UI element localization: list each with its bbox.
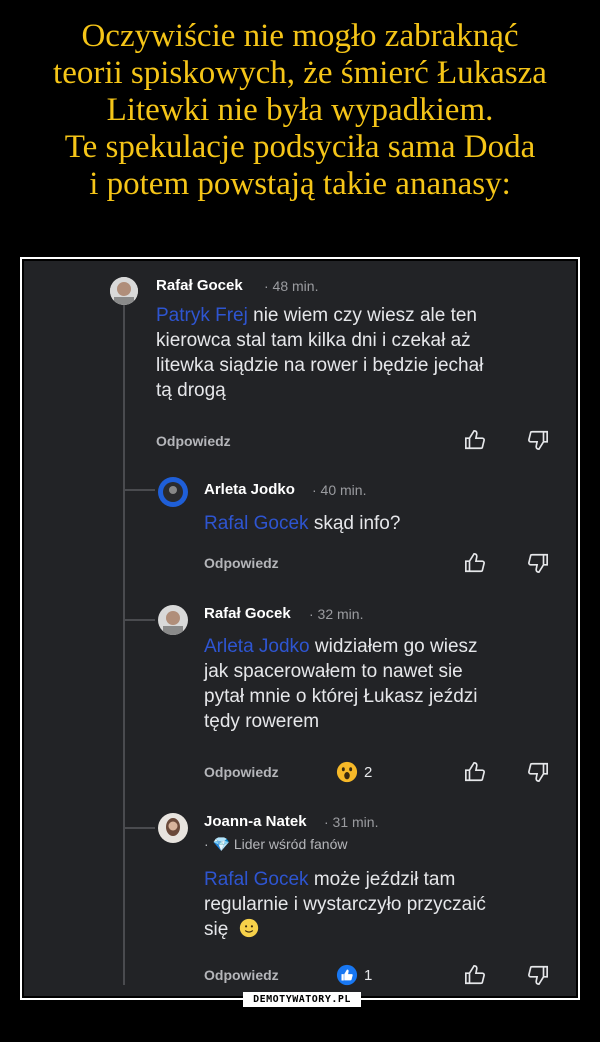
comment-time: · 32 min. bbox=[309, 606, 364, 622]
thumbs-down-icon[interactable] bbox=[527, 552, 549, 574]
caption-line: i potem powstają takie ananasy: bbox=[89, 166, 511, 202]
reply-button[interactable]: Odpowiedz bbox=[204, 555, 279, 571]
comment-text: regularnie i wystarczyło przyczaić bbox=[204, 894, 486, 915]
mention-link[interactable]: Rafal Gocek bbox=[204, 513, 309, 534]
thumbs-up-icon[interactable] bbox=[464, 429, 486, 451]
comment-text: się bbox=[204, 919, 229, 940]
slightly-smiling-emoji-icon bbox=[239, 918, 258, 938]
reply-button[interactable]: Odpowiedz bbox=[204, 764, 279, 780]
avatar-photo-icon bbox=[158, 813, 188, 843]
thumbs-down-icon[interactable] bbox=[527, 429, 549, 451]
reply-button[interactable]: Odpowiedz bbox=[156, 433, 231, 449]
mention-link[interactable]: Patryk Frej bbox=[156, 305, 248, 326]
comment-time: · 40 min. bbox=[312, 482, 367, 498]
fan-badge: · 💎 Lider wśród fanów bbox=[204, 836, 348, 852]
thread-branch bbox=[125, 619, 155, 621]
mention-link[interactable]: Rafal Gocek bbox=[204, 869, 309, 890]
comment-author[interactable]: Rafał Gocek bbox=[204, 605, 291, 622]
avatar[interactable] bbox=[158, 605, 188, 635]
comment-text: może jeździł tam bbox=[308, 869, 456, 890]
caption-line: Oczywiście nie mogło zabraknąć bbox=[81, 18, 519, 54]
comment-author[interactable]: Rafał Gocek bbox=[156, 277, 243, 294]
thumbs-down-icon[interactable] bbox=[527, 761, 549, 783]
wow-reaction-icon[interactable] bbox=[336, 761, 358, 783]
watermark: DEMOTYWATORY.PL bbox=[243, 992, 361, 1007]
comment-author[interactable]: Arleta Jodko bbox=[204, 481, 295, 498]
thumbs-up-icon[interactable] bbox=[464, 761, 486, 783]
reply-button[interactable]: Odpowiedz bbox=[204, 967, 279, 983]
comment-body: Patryk Frej nie wiem czy wiesz ale ten k… bbox=[156, 303, 566, 403]
comment-text: kierowca stal tam kilka dni i czekał aż bbox=[156, 330, 471, 351]
comment-text: nie wiem czy wiesz ale ten bbox=[247, 305, 478, 326]
thread-branch bbox=[125, 489, 155, 491]
comment-body: Arleta Jodko widziałem go wiesz jak spac… bbox=[204, 634, 564, 734]
avatar-photo-icon bbox=[159, 478, 187, 506]
thumbs-down-icon[interactable] bbox=[527, 964, 549, 986]
reaction-count: 2 bbox=[364, 764, 373, 781]
thread-line bbox=[123, 305, 125, 985]
comment-thread: Rafał Gocek · 48 min. Patryk Frej nie wi… bbox=[24, 261, 576, 996]
comment-text: tą drogą bbox=[156, 380, 226, 401]
reaction-count: 1 bbox=[364, 967, 373, 984]
avatar[interactable] bbox=[158, 477, 188, 507]
comment-body: Rafal Gocek może jeździł tam regularnie … bbox=[204, 867, 574, 942]
comment-text: pytał mnie o której Łukasz jeździ bbox=[204, 686, 478, 707]
like-reaction-icon[interactable] bbox=[336, 964, 358, 986]
caption-line: Te spekulacje podsyciła sama Doda bbox=[64, 129, 536, 165]
mention-link[interactable]: Arleta Jodko bbox=[204, 636, 310, 657]
comment-author[interactable]: Joann-a Natek bbox=[204, 813, 307, 830]
comment-text: jak spacerowałem to nawet sie bbox=[204, 661, 463, 682]
comment-time: · 31 min. bbox=[324, 814, 379, 830]
caption-line: Litewki nie była wypadkiem. bbox=[106, 92, 494, 128]
avatar-photo-icon bbox=[110, 277, 138, 305]
caption: Oczywiście nie mogło zabraknąć teorii sp… bbox=[0, 18, 600, 203]
avatar[interactable] bbox=[110, 277, 138, 305]
comment-body: Rafal Gocek skąd info? bbox=[204, 511, 564, 536]
comment-text: tędy rowerem bbox=[204, 711, 320, 732]
caption-line: teorii spiskowych, że śmierć Łukasza bbox=[53, 55, 547, 91]
comment-text: skąd info? bbox=[308, 513, 401, 534]
thumbs-up-icon[interactable] bbox=[464, 552, 486, 574]
comment-time: · 48 min. bbox=[264, 278, 319, 294]
comment-text: litewka siądzie na rower i będzie jechał bbox=[156, 355, 484, 376]
thumbs-up-icon[interactable] bbox=[464, 964, 486, 986]
avatar-photo-icon bbox=[158, 605, 188, 635]
avatar[interactable] bbox=[158, 813, 188, 843]
comment-text: widziałem go wiesz bbox=[309, 636, 478, 657]
thread-branch bbox=[125, 827, 155, 829]
